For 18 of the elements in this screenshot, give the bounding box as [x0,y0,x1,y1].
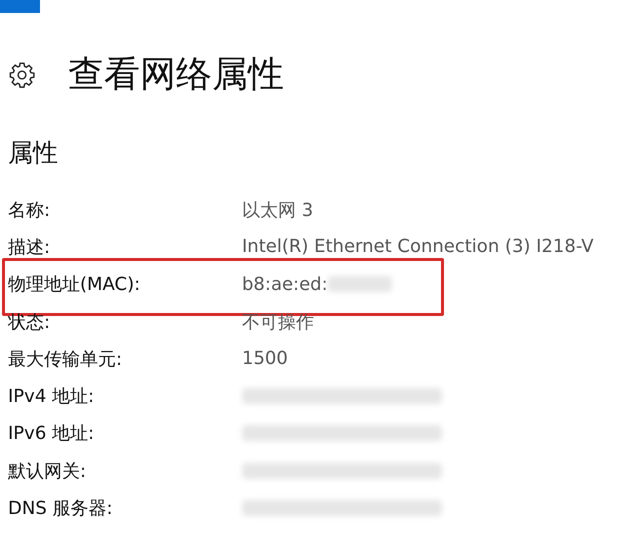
property-value: Intel(R) Ethernet Connection (3) I218-V [242,236,594,258]
property-label: 状态: [8,310,52,334]
property-label: 名称: [8,198,52,222]
page-title: 查看网络属性 [68,53,284,97]
property-value: 1500 [242,348,288,370]
property-value: 以太网 3 [242,198,314,222]
property-value: 不可操作 [242,310,314,334]
property-value: b8:ae:ed: [242,274,328,295]
property-label: IPv6 地址: [8,422,96,446]
property-label: IPv4 地址: [8,385,96,408]
property-label: 默认网关: [8,460,88,483]
accent-bar [0,0,40,13]
property-label: DNS 服务器: [8,497,114,520]
property-label: 描述: [8,236,52,259]
settings-icon [8,61,36,89]
property-label: 最大传输单元: [8,348,124,371]
property-label: 物理地址(MAC): [8,273,142,296]
section-title: 属性 [8,137,59,169]
